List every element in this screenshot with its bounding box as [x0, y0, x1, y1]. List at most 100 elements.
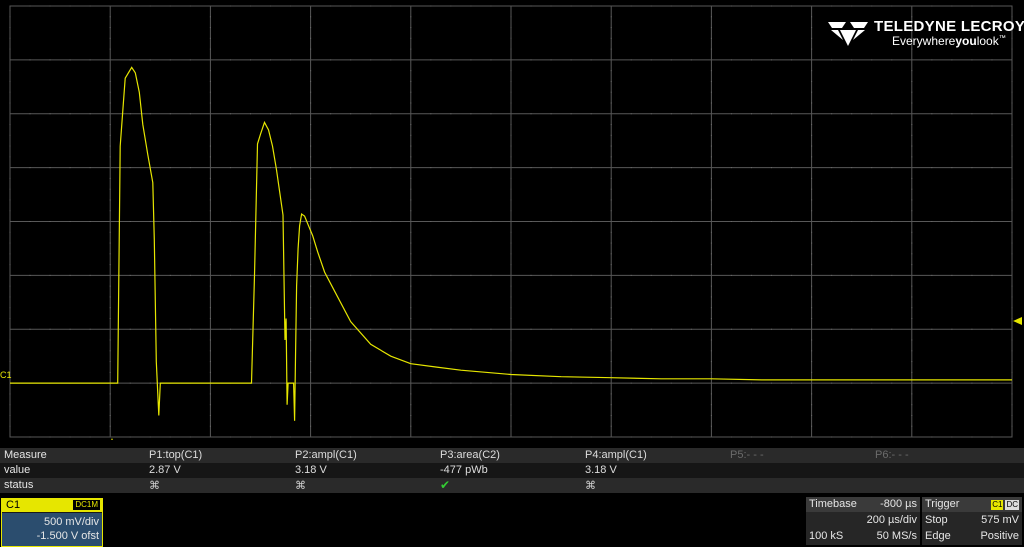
graticule-dot [710, 199, 712, 201]
graticule-dot [410, 210, 412, 212]
graticule-dot [9, 70, 11, 72]
trigger-descriptor[interactable]: Trigger C1 DC Stop 575 mV Edge Positive [922, 497, 1022, 545]
graticule-dot [811, 134, 813, 136]
graticule-dot [310, 425, 312, 427]
param-p2-name[interactable]: P2:ampl(C1) [295, 448, 357, 463]
graticule-dot [410, 231, 412, 233]
graticule-dot [510, 307, 512, 309]
graticule-dot [370, 274, 372, 276]
graticule-dot [1011, 124, 1013, 126]
param-p4-name[interactable]: P4:ampl(C1) [585, 448, 647, 463]
graticule-dot [670, 167, 672, 169]
graticule-dot [891, 221, 893, 222]
trigger-position-marker[interactable] [109, 438, 115, 440]
graticule-dot [550, 274, 552, 276]
graticule-dot [310, 307, 312, 309]
graticule-dot [570, 274, 572, 276]
graticule-dot [209, 37, 211, 39]
param-p3-name[interactable]: P3:area(C2) [440, 448, 500, 463]
graticule-dot [490, 221, 492, 222]
graticule-dot [209, 188, 211, 190]
graticule-dot [9, 264, 11, 266]
graticule-dot [510, 145, 512, 147]
channel-1-descriptor[interactable]: C1 DC1M 500 mV/div -1.500 V ofst [1, 498, 103, 547]
graticule-dot [831, 167, 833, 169]
graticule-dot [490, 328, 492, 330]
graticule-dot [470, 5, 472, 7]
graticule-dot [410, 124, 412, 126]
graticule-dot [851, 167, 853, 169]
graticule-dot [971, 328, 973, 330]
graticule-dot [931, 221, 933, 222]
graticule-dot [710, 285, 712, 287]
logo-brand: TELEDYNE LECROY [874, 18, 1024, 35]
graticule-dot [249, 59, 251, 61]
graticule-dot [510, 91, 512, 93]
graticule-dot [510, 414, 512, 416]
graticule-dot [911, 177, 913, 179]
graticule-dot [510, 404, 512, 406]
graticule-dot [330, 382, 332, 384]
graticule-dot [911, 80, 913, 82]
graticule-dot [290, 5, 292, 7]
graticule-dot [330, 113, 332, 115]
volts-per-div: 500 mV/div [43, 516, 99, 528]
graticule-dot [410, 16, 412, 18]
graticule-dot [1011, 393, 1013, 395]
graticule-dot [209, 285, 211, 287]
graticule-dot [430, 167, 432, 169]
graticule-dot [750, 274, 752, 276]
graticule-dot [710, 188, 712, 190]
graticule-dot [430, 5, 432, 7]
graticule-dot [791, 113, 793, 115]
graticule-dot [710, 27, 712, 29]
graticule-dot [109, 285, 111, 287]
graticule-dot [991, 274, 993, 276]
graticule-dot [510, 350, 512, 352]
graticule-dot [550, 382, 552, 384]
graticule-dot [510, 188, 512, 190]
graticule-dot [831, 5, 833, 7]
graticule-dot [1011, 242, 1013, 244]
timebase-descriptor[interactable]: Timebase -800 µs 200 µs/div 100 kS 50 MS… [806, 497, 920, 545]
trigger-level-marker[interactable] [1013, 317, 1022, 325]
trigger-header: Trigger C1 DC [922, 497, 1022, 512]
param-p1-name[interactable]: P1:top(C1) [149, 448, 202, 463]
graticule-dot [9, 199, 11, 201]
graticule-dot [570, 382, 572, 384]
graticule-dot [510, 264, 512, 266]
graticule-dot [209, 199, 211, 201]
graticule-dot [590, 59, 592, 61]
graticule-dot [149, 113, 151, 115]
param-p6-name[interactable]: P6:- - - [875, 448, 909, 463]
graticule-dot [249, 113, 251, 115]
timebase-header: Timebase -800 µs [806, 497, 920, 512]
graticule-dot [710, 91, 712, 93]
graticule-dot [290, 328, 292, 330]
graticule-dot [69, 59, 71, 61]
trigger-row-2: Edge Positive [922, 528, 1022, 544]
graticule-dot [9, 350, 11, 352]
param-p2-value: 3.18 V [295, 464, 327, 476]
graticule-dot [710, 393, 712, 395]
graticule-dot [169, 221, 171, 222]
param-p5-name[interactable]: P5:- - - [730, 448, 764, 463]
graticule-dot [811, 102, 813, 104]
graticule-dot [470, 328, 472, 330]
graticule-dot [1011, 80, 1013, 82]
graticule-dot [109, 414, 111, 416]
graticule-dot [390, 274, 392, 276]
graticule-dot [109, 307, 111, 309]
graticule-dot [310, 361, 312, 363]
graticule-dot [410, 199, 412, 201]
graticule-dot [109, 27, 111, 29]
graticule-dot [109, 102, 111, 104]
graticule-dot [209, 264, 211, 266]
graticule-dot [851, 59, 853, 61]
graticule-dot [971, 59, 973, 61]
graticule-dot [310, 317, 312, 319]
graticule-dot [390, 59, 392, 61]
graticule-dot [871, 274, 873, 276]
graticule-dot [129, 382, 131, 384]
graticule-dot [510, 124, 512, 126]
